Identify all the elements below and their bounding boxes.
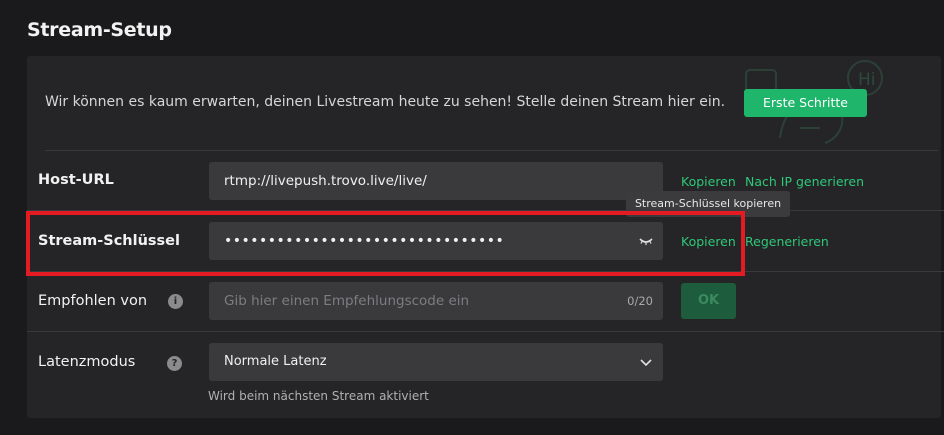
host-url-label: Host-URL xyxy=(38,172,114,188)
ok-button[interactable]: OK xyxy=(681,283,736,319)
referral-label: Empfohlen von xyxy=(38,293,148,309)
intro-text: Wir können es kaum erwarten, deinen Live… xyxy=(45,94,726,110)
chevron-down-icon xyxy=(640,359,652,367)
copy-host-url-link[interactable]: Kopieren xyxy=(681,174,736,189)
referral-counter: 0/20 xyxy=(627,294,653,308)
mascot-greeting: Hi xyxy=(858,70,876,90)
getting-started-button[interactable]: Erste Schritte xyxy=(744,89,867,117)
referral-input[interactable]: Gib hier einen Empfehlungscode ein 0/20 xyxy=(209,282,663,320)
divider xyxy=(27,331,944,332)
latency-select[interactable]: Normale Latenz xyxy=(209,343,663,381)
question-icon[interactable]: ? xyxy=(167,356,182,371)
divider xyxy=(45,150,938,151)
highlight-box xyxy=(26,211,745,276)
host-url-field[interactable]: rtmp://livepush.trovo.live/live/ xyxy=(209,162,663,200)
latency-label: Latenzmodus xyxy=(38,354,136,370)
info-icon[interactable]: i xyxy=(168,294,183,309)
generate-by-ip-link[interactable]: Nach IP generieren xyxy=(745,174,864,189)
referral-placeholder: Gib hier einen Empfehlungscode ein xyxy=(224,293,470,309)
latency-hint: Wird beim nächsten Stream aktiviert xyxy=(208,389,429,403)
regenerate-link[interactable]: Regenerieren xyxy=(745,234,829,249)
latency-selected: Normale Latenz xyxy=(224,354,327,369)
page-title: Stream-Setup xyxy=(27,19,172,41)
